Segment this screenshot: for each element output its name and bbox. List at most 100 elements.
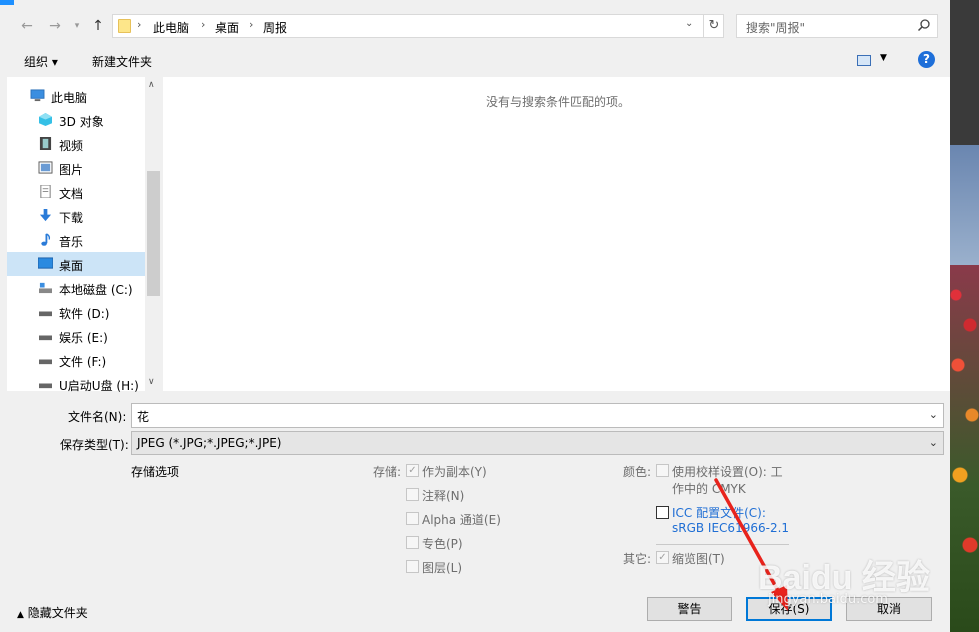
title-bar-accent [0,0,14,5]
navigation-pane: 此电脑 3D 对象 视频 图片 文档 下载 音乐 桌面 本地磁盘 (C:) 软件… [7,77,162,393]
breadcrumb-separator-icon[interactable]: › [137,18,141,31]
address-dropdown-icon[interactable]: ⌄ [685,18,693,29]
new-folder-button[interactable]: 新建文件夹 [92,53,152,70]
drive-icon [39,311,52,317]
pictures-icon [38,161,53,174]
nav-item-drive-d[interactable]: 软件 (D:) [7,300,145,324]
nav-item-drive-c[interactable]: 本地磁盘 (C:) [7,276,145,300]
cancel-button[interactable]: 取消 [846,597,932,621]
nav-item-3d-objects[interactable]: 3D 对象 [7,108,145,132]
drive-icon [39,282,52,294]
history-chevron-icon[interactable]: ▾ [68,17,86,35]
view-mode-chevron-icon[interactable]: ▼ [880,53,887,63]
photo-sky [950,145,979,265]
nav-label: 视频 [59,139,84,153]
search-input[interactable]: 搜索"周报" [746,19,805,36]
nav-label: U启动U盘 (H:) [59,379,139,393]
filename-label: 文件名(N): [68,410,127,424]
other-label: 其它: [623,552,652,566]
thumbnail-label: 缩览图(T) [672,552,725,566]
empty-message: 没有与搜索条件匹配的项。 [486,95,631,109]
nav-item-music[interactable]: 音乐 [7,228,145,252]
nav-item-downloads[interactable]: 下载 [7,204,145,228]
nav-label: 本地磁盘 (C:) [59,283,133,297]
address-bar[interactable]: › 此电脑 › 桌面 › 周报 ⌄ ↻ [112,14,724,38]
notes-checkbox[interactable] [406,488,419,501]
as-copy-checkbox[interactable]: ✓ [406,464,419,477]
download-icon [39,209,52,222]
help-icon[interactable]: ? [918,51,935,68]
nav-label: 此电脑 [51,91,88,105]
save-label: 存储: [373,465,402,479]
photo-flowers [950,265,979,632]
nav-item-videos[interactable]: 视频 [7,132,145,156]
view-mode-icon[interactable] [857,55,871,66]
desktop-icon [38,257,53,269]
nav-item-drive-f[interactable]: 文件 (F:) [7,348,145,372]
chevron-down-icon[interactable]: ⌄ [929,436,938,449]
back-arrow-icon[interactable]: ← [18,17,36,35]
chevron-up-icon: ▲ [17,610,24,620]
nav-item-drive-e[interactable]: 娱乐 (E:) [7,324,145,348]
layers-checkbox[interactable] [406,560,419,573]
thumbnail-checkbox[interactable]: ✓ [656,551,669,564]
nav-item-pictures[interactable]: 图片 [7,156,145,180]
nav-item-this-pc[interactable]: 此电脑 [7,84,145,108]
icc-profile-checkbox[interactable] [656,506,669,519]
breadcrumb-this-pc[interactable]: 此电脑 [153,19,189,36]
nav-label: 桌面 [59,259,84,273]
save-dialog: ← → ▾ ↑ › 此电脑 › 桌面 › 周报 ⌄ ↻ 搜索"周报" 组织 ▾ … [0,0,950,632]
nav-item-usb-h[interactable]: U启动U盘 (H:) [7,372,145,396]
hide-folders-toggle[interactable]: ▲ 隐藏文件夹 [17,604,88,621]
spot-label: 专色(P) [422,537,463,551]
breadcrumb-desktop[interactable]: 桌面 [215,19,239,36]
nav-label: 3D 对象 [59,115,104,129]
layers-label: 图层(L) [422,561,463,575]
breadcrumb-separator-icon[interactable]: › [201,18,205,31]
filetype-value: JPEG (*.JPG;*.JPEG;*.JPE) [137,436,282,450]
spot-checkbox[interactable] [406,536,419,549]
nav-item-documents[interactable]: 文档 [7,180,145,204]
warning-button[interactable]: 警告 [647,597,732,621]
proof-setup-checkbox[interactable] [656,464,669,477]
filename-value[interactable]: 花 [137,408,149,425]
forward-arrow-icon[interactable]: → [46,17,64,35]
scroll-thumb[interactable] [147,171,160,296]
breadcrumb-weekly[interactable]: 周报 [263,19,287,36]
scroll-up-icon[interactable]: ∧ [148,80,155,90]
alpha-label: Alpha 通道(E) [422,513,501,527]
divider [656,544,789,545]
drive-icon [39,335,52,341]
3d-objects-icon [39,113,52,126]
save-button[interactable]: 保存(S) [746,597,832,621]
video-icon [39,137,52,150]
alpha-checkbox[interactable] [406,512,419,525]
search-icon[interactable] [917,18,931,32]
search-box[interactable]: 搜索"周报" [736,14,938,38]
nav-label: 音乐 [59,235,84,249]
organize-menu[interactable]: 组织 ▾ [24,53,58,70]
notes-label: 注释(N) [422,489,465,503]
nav-label: 图片 [59,163,84,177]
nav-item-desktop[interactable]: 桌面 [7,252,145,276]
storage-options-title: 存储选项 [131,465,180,479]
up-arrow-icon[interactable]: ↑ [89,17,107,35]
nav-label: 文档 [59,187,84,201]
documents-icon [40,185,51,198]
drive-icon [39,359,52,365]
refresh-icon[interactable]: ↻ [703,15,724,37]
usb-drive-icon [39,383,52,389]
scroll-down-icon[interactable]: ∨ [148,377,155,387]
nav-label: 娱乐 (E:) [59,331,108,345]
folder-icon [118,19,131,33]
breadcrumb-separator-icon[interactable]: › [249,18,253,31]
computer-icon [30,89,45,102]
nav-scrollbar[interactable]: ∧ ∨ [145,77,162,391]
music-icon [41,233,51,246]
filename-field[interactable]: 花 ⌄ [131,403,944,428]
background-tulip-photo [950,0,979,632]
icc-profile-label: ICC 配置文件(C): [672,506,766,520]
file-list[interactable]: 没有与搜索条件匹配的项。 [163,77,950,391]
chevron-down-icon[interactable]: ⌄ [929,408,938,421]
filetype-select[interactable]: JPEG (*.JPG;*.JPEG;*.JPE) ⌄ [131,431,944,455]
